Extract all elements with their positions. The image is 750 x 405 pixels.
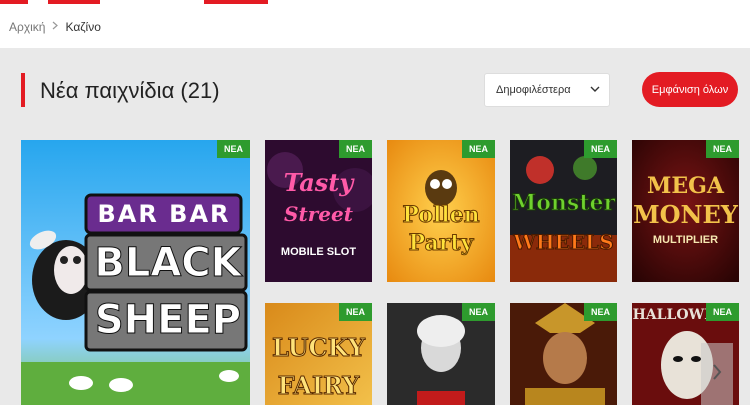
game-tile-mega-money-multiplier[interactable]: MEGA MONEY MULTIPLIER ΝΕΑ bbox=[632, 140, 739, 282]
game-title-line2: BLACK bbox=[94, 240, 242, 287]
chevron-down-icon bbox=[590, 84, 600, 97]
game-tile-tasty-street[interactable]: Tasty Street MOBILE SLOT ΝΕΑ bbox=[265, 140, 372, 282]
breadcrumb: Αρχική Καζίνο bbox=[9, 20, 101, 34]
game-title-line1: BAR BAR bbox=[97, 200, 231, 228]
carousel-next-button[interactable] bbox=[701, 343, 733, 405]
nav-active-indicator bbox=[204, 0, 268, 4]
game-tile-bar-bar-black-sheep[interactable]: BAR BAR BLACK SHEEP ΝΕΑ bbox=[21, 140, 250, 405]
game-title-line1: Monster bbox=[511, 190, 616, 217]
chevron-right-icon bbox=[52, 21, 59, 33]
game-title-line2: Party bbox=[408, 230, 474, 257]
section-title: Νέα παιχνίδια (21) bbox=[40, 78, 220, 103]
new-badge: ΝΕΑ bbox=[461, 140, 495, 158]
breadcrumb-current: Καζίνο bbox=[65, 20, 101, 34]
game-title-line1: Pollen bbox=[402, 202, 480, 229]
game-title-line1: Tasty bbox=[283, 168, 354, 197]
game-title-line3: SHEEP bbox=[94, 297, 242, 344]
game-title-line2: Street bbox=[284, 202, 353, 226]
breadcrumb-home-link[interactable]: Αρχική bbox=[9, 20, 45, 34]
new-badge: ΝΕΑ bbox=[216, 140, 250, 158]
new-badge: ΝΕΑ bbox=[705, 303, 739, 321]
top-header: Αρχική Καζίνο bbox=[0, 0, 750, 48]
section-accent-bar bbox=[21, 73, 25, 107]
game-title-line3: MOBILE SLOT bbox=[280, 246, 357, 258]
new-badge: ΝΕΑ bbox=[461, 303, 495, 321]
new-badge: ΝΕΑ bbox=[583, 140, 617, 158]
chevron-right-icon bbox=[711, 363, 723, 386]
new-badge: ΝΕΑ bbox=[338, 303, 372, 321]
game-title-line2: FAIRY bbox=[277, 371, 360, 401]
game-tile-pollen-party[interactable]: Pollen Party ΝΕΑ bbox=[387, 140, 495, 282]
new-badge: ΝΕΑ bbox=[338, 140, 372, 158]
game-tile-emperor[interactable]: ΝΕΑ bbox=[510, 303, 617, 405]
new-badge: ΝΕΑ bbox=[705, 140, 739, 158]
new-badge: ΝΕΑ bbox=[583, 303, 617, 321]
game-tile-lucky-fairy[interactable]: LUCKY FAIRY ΝΕΑ bbox=[265, 303, 372, 405]
game-tile-noir[interactable]: ΝΕΑ bbox=[387, 303, 495, 405]
game-title-line3: MULTIPLIER bbox=[652, 234, 719, 246]
sort-dropdown[interactable]: Δημοφιλέστερα bbox=[484, 73, 610, 107]
nav-active-indicator bbox=[48, 0, 100, 4]
nav-active-indicator bbox=[0, 0, 28, 4]
game-title-line1: MEGA bbox=[647, 173, 724, 199]
game-title-line1: LUCKY bbox=[272, 333, 366, 363]
game-title-line2: WHEELS bbox=[513, 230, 614, 255]
sort-selected-value: Δημοφιλέστερα bbox=[496, 84, 571, 96]
show-all-button[interactable]: Εμφάνιση όλων bbox=[642, 72, 738, 107]
game-title-line2: MONEY bbox=[633, 200, 738, 229]
game-tile-monster-wheels[interactable]: Monster WHEELS ΝΕΑ bbox=[510, 140, 617, 282]
